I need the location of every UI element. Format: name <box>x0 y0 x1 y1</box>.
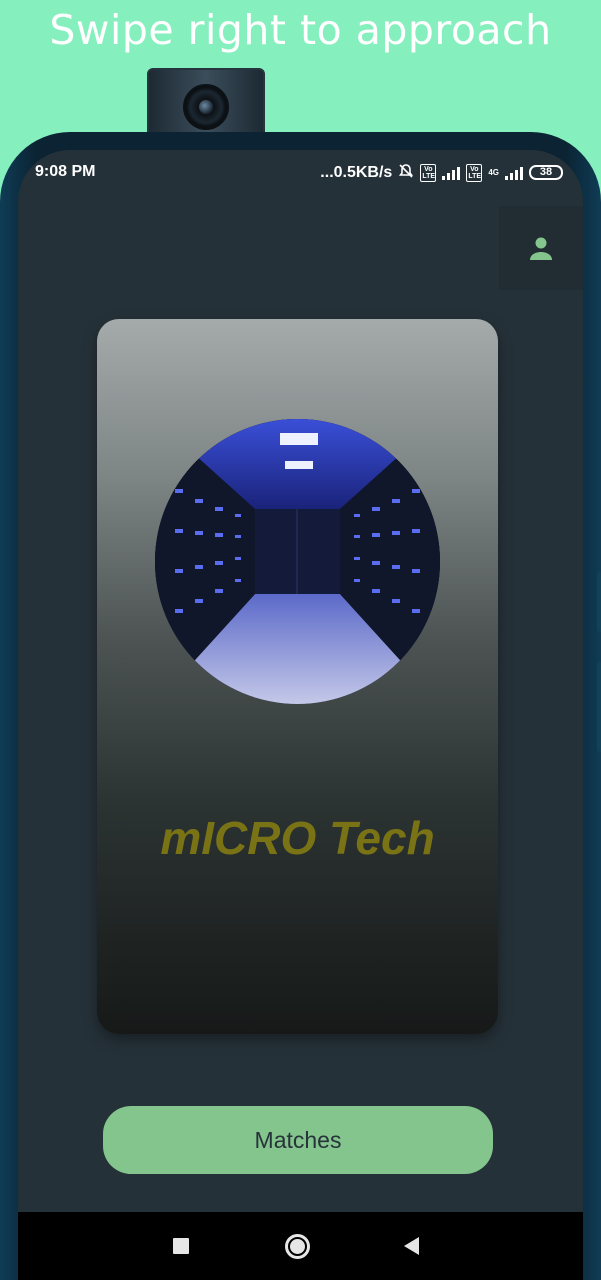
app-screen: 9:08 PM ...0.5KB/s Vo LTE Vo LTE 4G 38 m… <box>18 150 583 1280</box>
status-time: 9:08 PM <box>35 163 96 180</box>
volte-badge: Vo LTE <box>420 163 437 182</box>
network-type: 4G <box>488 167 499 177</box>
volte-badge-2: Vo LTE <box>466 163 483 182</box>
matches-button[interactable]: Matches <box>103 1106 493 1174</box>
server-room-image <box>155 419 440 704</box>
status-indicators: ...0.5KB/s Vo LTE Vo LTE 4G 38 <box>320 163 563 182</box>
signal-icon <box>442 166 461 180</box>
popup-camera <box>147 68 265 138</box>
profile-card[interactable]: mICRO Tech <box>97 319 498 1034</box>
person-icon <box>530 237 552 260</box>
power-button <box>597 662 601 752</box>
camera-lens-icon <box>183 84 229 130</box>
network-speed: ...0.5KB/s <box>320 163 393 181</box>
signal-icon-2 <box>505 166 523 180</box>
battery-indicator: 38 <box>529 165 563 180</box>
mute-bell-icon <box>398 163 414 182</box>
system-nav-bar <box>18 1212 583 1280</box>
swipe-instruction-banner: Swipe right to approach <box>49 6 552 54</box>
back-triangle-icon[interactable] <box>404 1237 419 1255</box>
card-title: mICRO Tech <box>160 812 435 864</box>
profile-button[interactable] <box>499 206 583 290</box>
recents-square-icon[interactable] <box>173 1238 189 1254</box>
volume-button <box>597 572 601 632</box>
status-bar: 9:08 PM ...0.5KB/s Vo LTE Vo LTE 4G 38 <box>18 150 583 194</box>
home-circle-icon[interactable] <box>285 1234 310 1259</box>
